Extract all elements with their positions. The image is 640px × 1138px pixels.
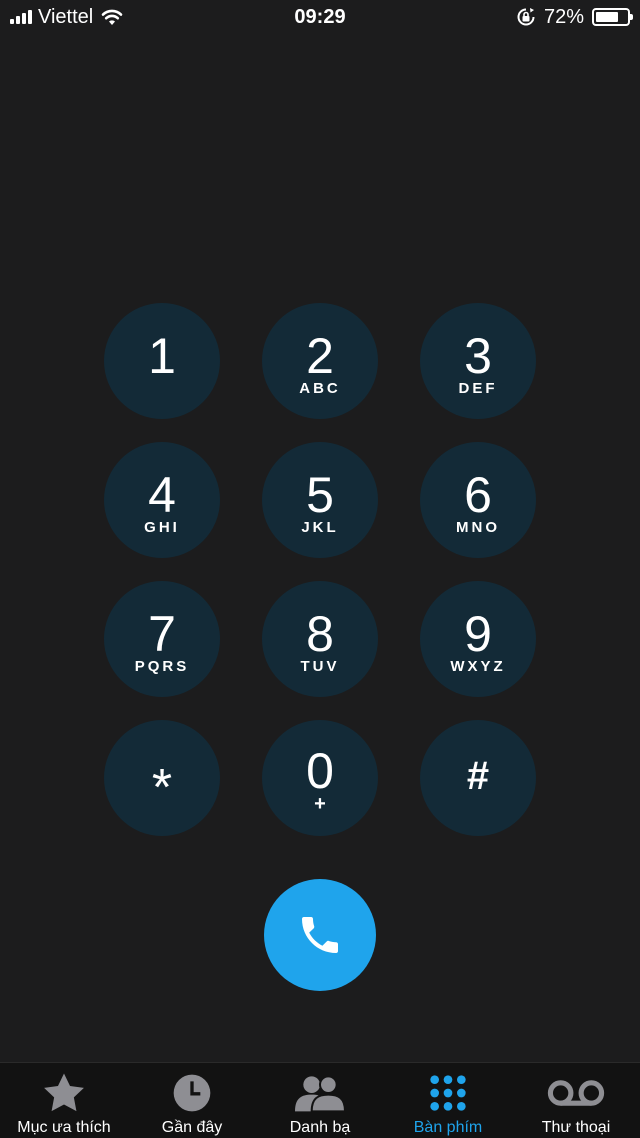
- key-letters: MNO: [456, 519, 500, 536]
- clock-icon: [173, 1074, 211, 1112]
- key-letters: ABC: [299, 380, 341, 397]
- phone-icon: [302, 917, 338, 953]
- tab-contacts[interactable]: Danh bạ: [256, 1063, 384, 1138]
- key-2[interactable]: 2 ABC: [262, 303, 378, 419]
- tab-voicemail[interactable]: Thư thoại: [512, 1063, 640, 1138]
- phone-screen: Viettel 09:29 72% 1 2 ABC 3 DEF 4 GHI 5 …: [0, 0, 640, 1138]
- key-digit: 1: [148, 328, 176, 384]
- key-letters: TUV: [300, 658, 340, 675]
- voicemail-icon: [547, 1080, 605, 1106]
- tab-favorites[interactable]: Mục ưa thích: [0, 1063, 128, 1138]
- key-digit: 8: [306, 606, 334, 662]
- key-7[interactable]: 7 PQRS: [104, 581, 220, 697]
- key-digit: 2: [306, 328, 334, 384]
- key-letters: JKL: [301, 519, 339, 536]
- key-digit: 6: [464, 467, 492, 523]
- key-6[interactable]: 6 MNO: [420, 442, 536, 558]
- key-star[interactable]: *: [104, 720, 220, 836]
- tab-keypad[interactable]: Bàn phím: [384, 1063, 512, 1138]
- key-letters: PQRS: [134, 658, 190, 675]
- key-0[interactable]: 0 +: [262, 720, 378, 836]
- call-button[interactable]: [264, 879, 376, 991]
- key-hash[interactable]: #: [420, 720, 536, 836]
- tab-bar: Mục ưa thích Gần đây Danh bạ Bàn phím Th…: [0, 1062, 640, 1138]
- key-digit: 9: [464, 606, 492, 662]
- key-digit: 5: [306, 467, 334, 523]
- key-1[interactable]: 1: [104, 303, 220, 419]
- key-digit: *: [151, 759, 173, 817]
- dial-keypad: 1 2 ABC 3 DEF 4 GHI 5 JKL 6 MNO 7 PQRS 8…: [0, 0, 640, 1138]
- tab-label: Gần đây: [161, 1119, 223, 1136]
- tab-recents[interactable]: Gần đây: [128, 1063, 256, 1138]
- tab-label: Thư thoại: [541, 1119, 611, 1136]
- star-icon: [44, 1073, 84, 1112]
- key-digit: #: [466, 754, 490, 798]
- key-8[interactable]: 8 TUV: [262, 581, 378, 697]
- key-digit: 3: [464, 328, 492, 384]
- key-digit: 0: [306, 743, 334, 799]
- key-5[interactable]: 5 JKL: [262, 442, 378, 558]
- tab-label: Bàn phím: [413, 1119, 483, 1136]
- contacts-icon: [295, 1075, 347, 1113]
- key-4[interactable]: 4 GHI: [104, 442, 220, 558]
- key-3[interactable]: 3 DEF: [420, 303, 536, 419]
- key-letters: DEF: [458, 380, 498, 397]
- key-digit: 4: [148, 467, 176, 523]
- tab-label: Mục ưa thích: [17, 1119, 111, 1136]
- key-9[interactable]: 9 WXYZ: [420, 581, 536, 697]
- tab-label: Danh bạ: [289, 1119, 351, 1136]
- key-digit: 7: [148, 606, 176, 662]
- key-letters: WXYZ: [450, 658, 506, 675]
- key-letters: GHI: [144, 519, 180, 536]
- keypad-icon: [430, 1075, 466, 1111]
- key-letters: +: [314, 793, 326, 815]
